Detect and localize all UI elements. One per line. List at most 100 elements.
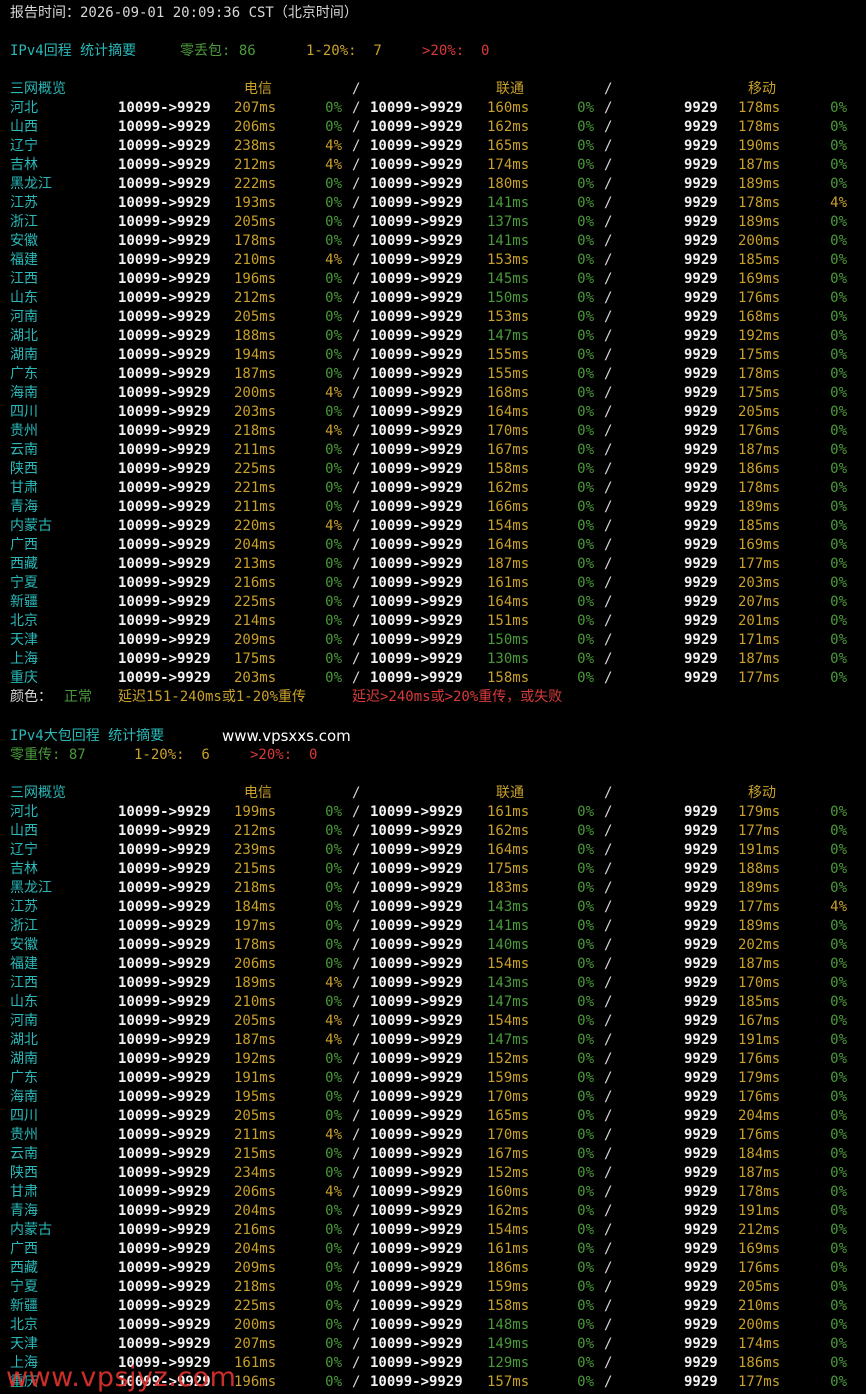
cm-route: 9929 — [684, 632, 718, 648]
cu-latency: 164ms — [487, 537, 530, 553]
province: 陕西 — [10, 1165, 38, 1181]
cu-route: 10099->9929 — [370, 804, 463, 820]
cu-latency: 160ms — [487, 1184, 530, 1200]
ct-loss: 0% — [325, 880, 342, 896]
cm-loss: 0% — [830, 157, 847, 173]
separator: / — [352, 366, 361, 382]
cu-latency: 158ms — [487, 1298, 530, 1314]
cm-route: 9929 — [684, 651, 718, 667]
cu-latency: 148ms — [487, 1317, 530, 1333]
separator: / — [604, 385, 613, 401]
cu-latency: 145ms — [487, 271, 530, 287]
cu-loss: 0% — [577, 1127, 594, 1143]
cm-latency: 170ms — [738, 975, 781, 991]
province: 贵州 — [10, 423, 38, 439]
separator: / — [604, 1089, 613, 1105]
cm-route: 9929 — [684, 575, 718, 591]
cm-loss: 0% — [830, 1108, 847, 1124]
ct-route: 10099->9929 — [118, 195, 211, 211]
cm-route: 9929 — [684, 670, 718, 686]
cu-latency: 157ms — [487, 1374, 530, 1390]
ct-latency: 218ms — [234, 1279, 277, 1295]
legend-mid: 延迟151-240ms或1-20%重传 — [118, 689, 307, 705]
table-row: 吉林 10099->9929 212ms 4% / 10099->9929 174ms 0% /… — [0, 156, 866, 175]
separator: / — [352, 195, 361, 211]
ct-route: 10099->9929 — [118, 613, 211, 629]
separator: / — [604, 1222, 613, 1238]
separator: / — [352, 309, 361, 325]
ct-route: 10099->9929 — [118, 1298, 211, 1314]
separator: / — [352, 138, 361, 154]
separator: / — [352, 804, 361, 820]
cu-loss: 0% — [577, 499, 594, 515]
ct-route: 10099->9929 — [118, 366, 211, 382]
province: 福建 — [10, 956, 38, 972]
cu-latency: 187ms — [487, 556, 530, 572]
cu-route: 10099->9929 — [370, 100, 463, 116]
ct-latency: 191ms — [234, 1070, 277, 1086]
report-time: 报告时间：2026-09-01 20:09:36 CST（北京时间） — [10, 5, 358, 21]
province: 四川 — [10, 404, 38, 420]
cm-latency: 177ms — [738, 556, 781, 572]
header-overview: 三网概览 — [10, 785, 66, 801]
ct-loss: 0% — [325, 176, 342, 192]
cm-route: 9929 — [684, 385, 718, 401]
separator: / — [604, 518, 613, 534]
province: 安徽 — [10, 233, 38, 249]
province: 湖南 — [10, 1051, 38, 1067]
province: 西藏 — [10, 556, 38, 572]
province: 安徽 — [10, 937, 38, 953]
cu-loss: 0% — [577, 1146, 594, 1162]
cm-latency: 186ms — [738, 1355, 781, 1371]
ct-latency: 203ms — [234, 670, 277, 686]
cu-route: 10099->9929 — [370, 1241, 463, 1257]
ct-latency: 195ms — [234, 1089, 277, 1105]
cu-loss: 0% — [577, 842, 594, 858]
separator: / — [352, 975, 361, 991]
cm-latency: 178ms — [738, 480, 781, 496]
ct-loss: 0% — [325, 670, 342, 686]
ct-route: 10099->9929 — [118, 138, 211, 154]
province: 海南 — [10, 1089, 38, 1105]
separator: / — [604, 195, 613, 211]
separator: / — [352, 1317, 361, 1333]
cu-route: 10099->9929 — [370, 842, 463, 858]
cu-route: 10099->9929 — [370, 899, 463, 915]
separator: / — [604, 1013, 613, 1029]
table-row: 北京 10099->9929 200ms 0% / 10099->9929 148ms 0% /… — [0, 1316, 866, 1335]
table-row: 宁夏 10099->9929 216ms 0% / 10099->9929 161ms 0% /… — [0, 574, 866, 593]
separator: / — [352, 461, 361, 477]
cm-latency: 175ms — [738, 385, 781, 401]
separator: / — [352, 290, 361, 306]
cu-latency: 162ms — [487, 480, 530, 496]
cm-latency: 189ms — [738, 918, 781, 934]
ct-route: 10099->9929 — [118, 423, 211, 439]
ct-latency: 178ms — [234, 233, 277, 249]
cu-latency: 147ms — [487, 1032, 530, 1048]
cm-route: 9929 — [684, 138, 718, 154]
province: 新疆 — [10, 594, 38, 610]
ct-route: 10099->9929 — [118, 404, 211, 420]
cu-route: 10099->9929 — [370, 670, 463, 686]
province: 北京 — [10, 1317, 38, 1333]
province: 云南 — [10, 1146, 38, 1162]
cm-route: 9929 — [684, 1070, 718, 1086]
ct-loss: 0% — [325, 233, 342, 249]
ct-loss: 4% — [325, 1127, 342, 1143]
cm-latency: 176ms — [738, 423, 781, 439]
summary-1: 1-20%: 6 — [134, 747, 210, 763]
separator: / — [604, 1374, 613, 1390]
ct-route: 10099->9929 — [118, 385, 211, 401]
cu-loss: 0% — [577, 670, 594, 686]
ct-loss: 0% — [325, 442, 342, 458]
cu-loss: 0% — [577, 1260, 594, 1276]
ct-route: 10099->9929 — [118, 1203, 211, 1219]
cu-loss: 0% — [577, 442, 594, 458]
section-title: IPv4大包回程 统计摘要 — [10, 728, 165, 744]
cu-loss: 0% — [577, 100, 594, 116]
table-row: 安徽 10099->9929 178ms 0% / 10099->9929 140ms 0% /… — [0, 936, 866, 955]
section-title-line: IPv4回程 统计摘要 零丢包: 86 1-20%: 7 >20%: 0 — [0, 42, 866, 61]
ct-loss: 0% — [325, 1317, 342, 1333]
province: 内蒙古 — [10, 1222, 52, 1238]
cu-loss: 0% — [577, 1108, 594, 1124]
